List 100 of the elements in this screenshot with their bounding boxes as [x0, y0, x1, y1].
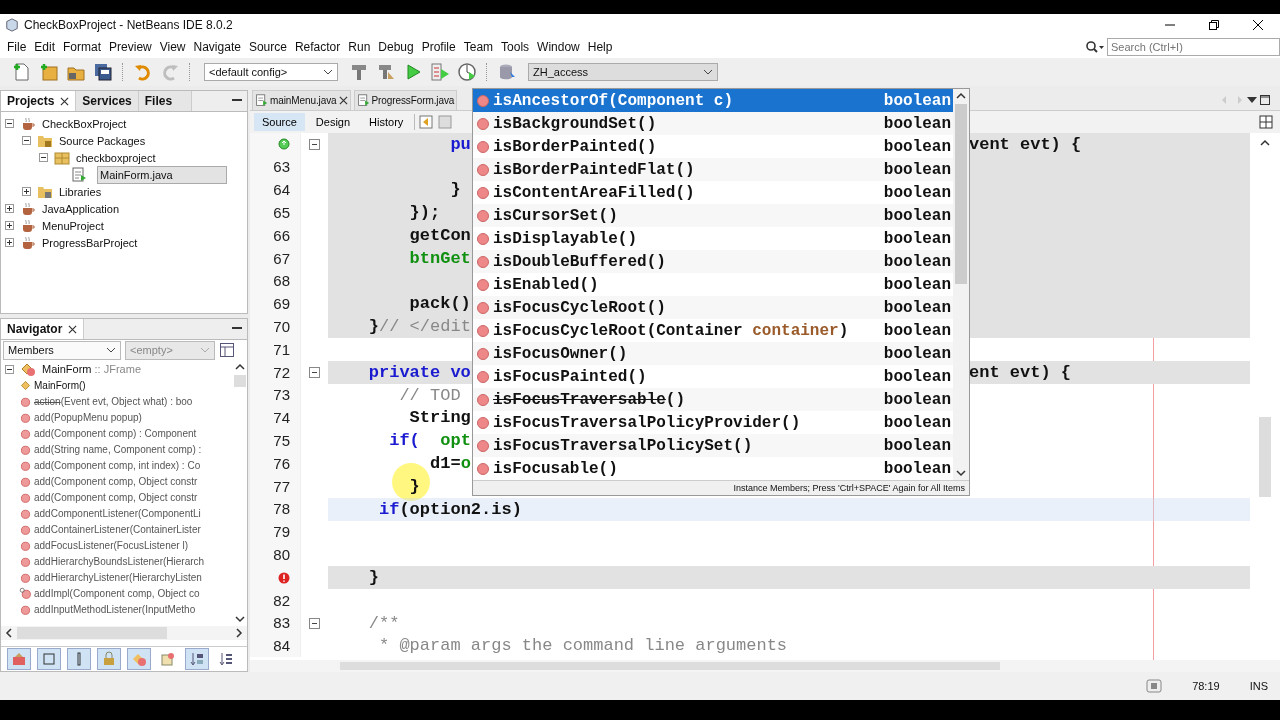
completion-item[interactable]: isFocusTraversalPolicyProvider() boolean [473, 411, 953, 434]
menu-item[interactable]: Edit [30, 40, 60, 54]
completion-item[interactable]: isFocusCycleRoot() boolean [473, 296, 953, 319]
layout-icon[interactable] [219, 342, 235, 358]
member-item[interactable]: action(Event evt, Object what) : boo [34, 395, 193, 407]
fold-icon[interactable] [309, 366, 320, 378]
completion-item[interactable]: isCursorSet() boolean [473, 204, 953, 227]
search-icon[interactable] [1085, 40, 1105, 54]
completion-item[interactable]: isBackgroundSet() boolean [473, 112, 953, 135]
scroll-up-icon[interactable] [1260, 139, 1270, 147]
completion-item[interactable]: isAncestorOf(Component c) boolean [473, 89, 953, 112]
collapse-icon[interactable] [22, 136, 33, 145]
panel-tab[interactable]: Navigator [1, 319, 85, 339]
tree-item[interactable]: JavaApplication [40, 202, 122, 215]
scroll-right-icon[interactable] [235, 628, 243, 638]
expand-icon[interactable] [5, 221, 16, 230]
tree-item[interactable]: Libraries [57, 185, 104, 198]
completion-item[interactable]: isDisplayable() boolean [473, 227, 953, 250]
caret-icon[interactable] [703, 69, 713, 75]
completion-item[interactable]: isDoubleBuffered() boolean [473, 250, 953, 273]
member-item[interactable]: add(String name, Component comp) : [34, 443, 202, 455]
nonpublic-filter-icon[interactable] [67, 648, 91, 670]
completion-item[interactable]: isFocusTraversalPolicySet() boolean [473, 434, 953, 457]
sort-source-filter-icon[interactable] [185, 648, 209, 670]
view-tab[interactable]: Design [307, 113, 359, 131]
caret-icon[interactable] [106, 347, 116, 353]
tree-item[interactable]: MainForm :: JFrame [40, 363, 143, 375]
fold-icon[interactable] [309, 138, 320, 150]
file-tab[interactable]: mainMenu.java [252, 89, 351, 111]
close-icon[interactable] [68, 324, 78, 334]
caret-icon[interactable] [323, 69, 333, 75]
completion-item[interactable]: isFocusCycleRoot(Container container) boolean [473, 319, 953, 342]
tree-item[interactable]: checkboxproject [74, 151, 158, 164]
scroll-up-icon[interactable] [235, 363, 245, 371]
error-icon[interactable] [278, 571, 290, 584]
member-item[interactable]: add(PopupMenu popup) [34, 411, 142, 423]
tree-item[interactable]: Source Packages [57, 134, 148, 147]
scroll-left-icon[interactable] [5, 628, 13, 638]
scrollbar-thumb[interactable] [234, 375, 246, 387]
scrollbar-thumb[interactable] [17, 627, 167, 639]
dropdown-icon[interactable] [1247, 97, 1257, 103]
menu-item[interactable]: Source [244, 40, 291, 54]
fold-icon[interactable] [309, 617, 320, 629]
member-item[interactable]: addContainerListener(ContainerLister [34, 523, 201, 535]
collapse-icon[interactable] [5, 364, 16, 374]
menu-item[interactable]: File [3, 40, 31, 54]
override-icon[interactable] [278, 138, 290, 151]
minimize-icon[interactable] [232, 99, 242, 103]
completion-item[interactable]: isFocusable() boolean [473, 457, 953, 480]
search-field[interactable]: Search (Ctrl+I) [1107, 38, 1280, 56]
split-icon[interactable] [1258, 114, 1274, 130]
menu-item[interactable]: Debug [374, 40, 418, 54]
file-tab[interactable]: ProgressForm.java [353, 89, 458, 111]
scroll-up-icon[interactable] [956, 92, 966, 100]
menu-item[interactable]: Format [59, 40, 106, 54]
connection-dropdown[interactable]: ZH_access [528, 63, 718, 81]
menu-item[interactable]: Team [459, 40, 498, 54]
notification-icon[interactable] [1146, 679, 1163, 693]
member-item[interactable]: addComponentListener(ComponentLi [34, 507, 201, 519]
static-filter-icon[interactable] [37, 648, 61, 670]
scroll-down-icon[interactable] [956, 469, 966, 477]
completion-item[interactable]: isFocusTraversable() boolean [473, 388, 953, 411]
member-item[interactable]: addFocusListener(FocusListener l) [34, 539, 188, 551]
collapse-icon[interactable] [5, 119, 16, 128]
member-item[interactable]: addInputMethodListener(InputMetho [34, 603, 196, 615]
completion-item[interactable]: isFocusOwner() boolean [473, 342, 953, 365]
close-icon[interactable] [60, 96, 70, 106]
menu-item[interactable]: Navigate [189, 40, 245, 54]
member-item[interactable]: addImpl(Component comp, Object co [34, 587, 200, 599]
scrollbar-thumb[interactable] [1259, 417, 1271, 497]
completion-item[interactable]: isBorderPainted() boolean [473, 135, 953, 158]
menu-item[interactable]: Tools [497, 40, 534, 54]
view-tab[interactable]: History [361, 113, 412, 131]
member-item[interactable]: add(Component comp, int index) : Co [34, 459, 201, 471]
panel-tab[interactable]: Services [76, 91, 139, 111]
panel-tab[interactable]: Files [138, 91, 192, 111]
panel-tab[interactable]: Projects [1, 91, 77, 111]
tree-item[interactable]: ProgressBarProject [40, 236, 140, 249]
members-dropdown[interactable]: Members [3, 340, 121, 360]
completion-item[interactable]: isBorderPaintedFlat() boolean [473, 158, 953, 181]
tree-item[interactable]: MenuProject [40, 219, 106, 232]
menu-item[interactable]: Preview [105, 40, 156, 54]
member-item[interactable]: addHierarchyBoundsListener(Hierarch [34, 555, 205, 567]
menu-item[interactable]: Profile [417, 40, 460, 54]
expand-icon[interactable] [5, 238, 16, 247]
completion-item[interactable]: isContentAreaFilled() boolean [473, 181, 953, 204]
close-icon[interactable] [338, 95, 348, 105]
maximize-icon[interactable] [1260, 95, 1270, 105]
tree-item[interactable]: CheckBoxProject [40, 117, 129, 130]
tree-item[interactable]: MainForm.java [97, 165, 227, 184]
member-item[interactable]: add(Component comp, Object constr [34, 491, 198, 503]
scroll-down-icon[interactable] [235, 615, 245, 623]
menu-item[interactable]: Run [344, 40, 375, 54]
completion-item[interactable]: isEnabled() boolean [473, 273, 953, 296]
member-item[interactable]: add(Component comp, Object constr [34, 475, 198, 487]
expand-icon[interactable] [22, 187, 33, 196]
expand-icon[interactable] [5, 204, 16, 213]
menu-item[interactable]: Help [583, 40, 617, 54]
member-item[interactable]: MainForm() [34, 379, 86, 391]
menu-item[interactable]: View [155, 40, 190, 54]
